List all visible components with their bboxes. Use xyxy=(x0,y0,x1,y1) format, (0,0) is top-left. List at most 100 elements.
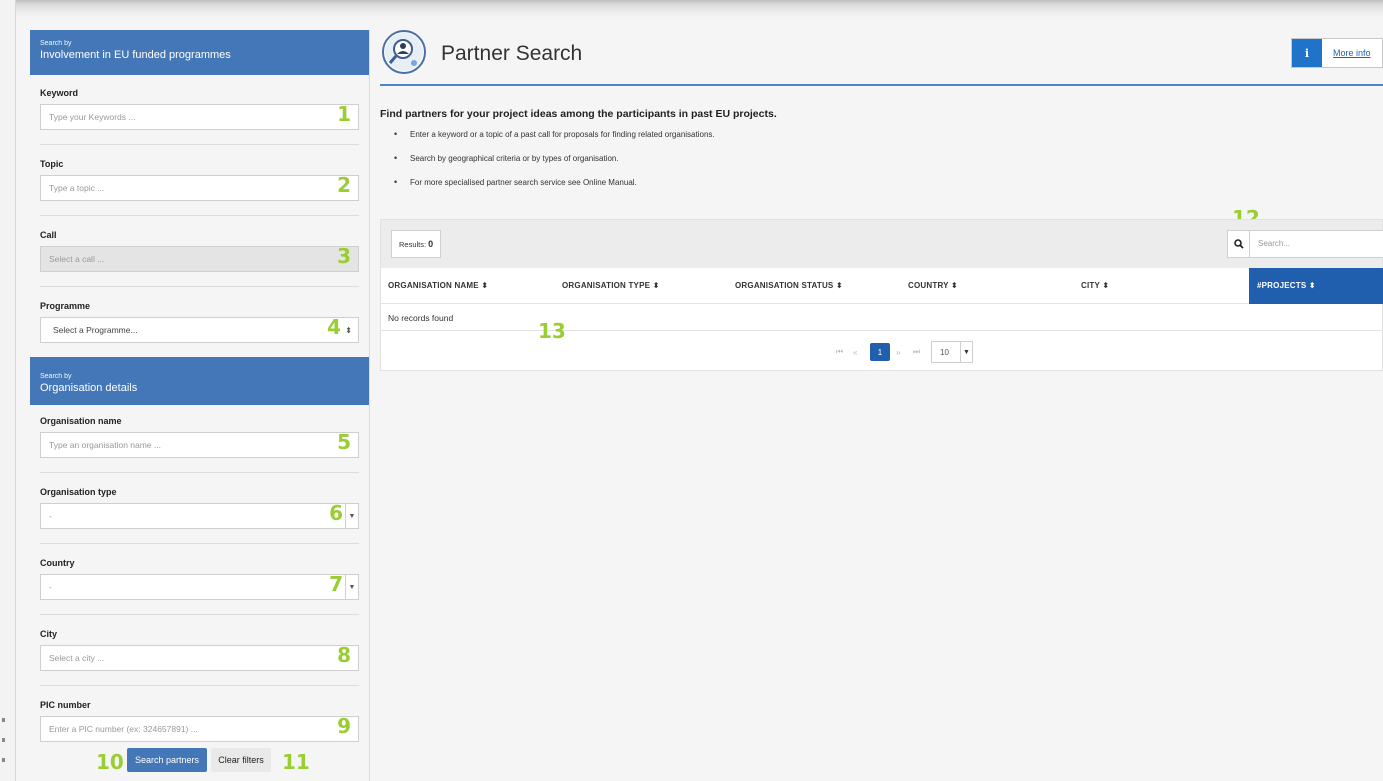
marker-10: 10 xyxy=(96,750,124,774)
section-header-small: Search by xyxy=(40,40,72,47)
org-type-value: - xyxy=(49,511,52,521)
call-select[interactable]: Select a call ... xyxy=(40,246,359,272)
search-icon xyxy=(1228,231,1250,257)
col-organisation-status[interactable]: ORGANISATION STATUS ⬍ xyxy=(735,281,843,290)
table-search-placeholder: Search... xyxy=(1258,239,1291,248)
table-toolbar: Results: 0 Search... xyxy=(381,220,1383,268)
programme-select[interactable]: Select a Programme... ⬍ xyxy=(40,317,359,343)
col-country[interactable]: COUNTRY ⬍ xyxy=(908,281,958,290)
search-sidebar: Search by Involvement in EU funded progr… xyxy=(30,30,370,781)
prev-page-icon[interactable]: « xyxy=(853,343,857,361)
city-label: City xyxy=(40,629,58,639)
dropdown-arrow-icon[interactable]: ▼ xyxy=(345,503,359,529)
next-page-icon[interactable]: » xyxy=(896,343,900,361)
marker-3: 3 xyxy=(337,244,351,268)
call-field: Call Select a call ... 3 xyxy=(30,230,369,272)
country-value: - xyxy=(49,582,52,592)
current-page[interactable]: 1 xyxy=(870,343,890,361)
marker-13: 13 xyxy=(538,319,566,343)
marker-7: 7 xyxy=(329,572,343,596)
intro-text: Find partners for your project ideas amo… xyxy=(380,108,777,120)
info-icon: i xyxy=(1292,39,1322,67)
section-header-small: Search by xyxy=(40,373,72,380)
main-content: Partner Search i More info Find partners… xyxy=(380,30,1383,371)
pic-input[interactable]: Enter a PIC number (ex: 324657891) ... xyxy=(40,716,359,742)
pic-field: PIC number Enter a PIC number (ex: 32465… xyxy=(30,700,369,742)
section-header-title: Involvement in EU funded programmes xyxy=(40,49,231,61)
col-organisation-name[interactable]: ORGANISATION NAME ⬍ xyxy=(388,281,488,290)
city-input[interactable]: Select a city ... xyxy=(40,645,359,671)
dropdown-arrow-icon[interactable]: ▼ xyxy=(345,574,359,600)
page-title: Partner Search xyxy=(441,42,583,65)
page-size-value: 10 xyxy=(940,348,949,357)
partner-search-logo-icon xyxy=(382,30,426,74)
divider xyxy=(40,543,359,544)
more-info-link[interactable]: More info xyxy=(1333,48,1371,58)
org-type-label: Organisation type xyxy=(40,487,117,497)
tip-item: For more specialised partner search serv… xyxy=(394,177,1383,187)
topic-label: Topic xyxy=(40,159,64,169)
page-header: Partner Search i More info xyxy=(380,30,1383,86)
call-label: Call xyxy=(40,230,57,240)
tips-list: Enter a keyword or a topic of a past cal… xyxy=(380,129,1383,187)
col-projects[interactable]: #PROJECTS ⬍ xyxy=(1249,268,1383,304)
section-header-title: Organisation details xyxy=(40,382,138,394)
pagination: ⏮ « 1 » ⏭ 10 ▼ xyxy=(381,341,1383,369)
keyword-input[interactable]: Type your Keywords ... xyxy=(40,104,359,130)
org-name-label: Organisation name xyxy=(40,416,122,426)
divider xyxy=(40,472,359,473)
table-header: ORGANISATION NAME ⬍ ORGANISATION TYPE ⬍ … xyxy=(381,268,1383,304)
country-label: Country xyxy=(40,558,75,568)
results-count: Results: 0 xyxy=(391,230,442,258)
divider xyxy=(40,614,359,615)
topic-field: Topic Type a topic ... 2 xyxy=(30,159,369,201)
col-organisation-type[interactable]: ORGANISATION TYPE ⬍ xyxy=(562,281,659,290)
marker-1: 1 xyxy=(337,102,351,126)
edge-tick xyxy=(2,738,5,742)
divider xyxy=(40,144,359,145)
topic-input[interactable]: Type a topic ... xyxy=(40,175,359,201)
edge-tick xyxy=(2,758,5,762)
clear-filters-button[interactable]: Clear filters xyxy=(211,748,271,772)
programme-label: Programme xyxy=(40,301,91,311)
table-search[interactable]: Search... xyxy=(1227,230,1383,258)
country-field: Country - ▼ 7 xyxy=(30,558,369,600)
org-type-field: Organisation type - ▼ 6 xyxy=(30,487,369,529)
search-partners-button[interactable]: Search partners xyxy=(127,748,207,772)
results-value: 0 xyxy=(428,239,434,249)
marker-5: 5 xyxy=(337,430,351,454)
marker-6: 6 xyxy=(329,501,343,525)
last-page-icon[interactable]: ⏭ xyxy=(913,343,920,361)
divider xyxy=(40,685,359,686)
org-type-select[interactable]: - ▼ xyxy=(40,503,359,529)
marker-8: 8 xyxy=(337,643,351,667)
programme-field: Programme Select a Programme... ⬍ 4 xyxy=(30,301,369,343)
marker-11: 11 xyxy=(282,750,310,774)
city-field: City Select a city ... 8 xyxy=(30,629,369,671)
section-header-programmes: Search by Involvement in EU funded progr… xyxy=(30,30,369,75)
page-size-select[interactable]: 10 ▼ xyxy=(931,341,973,363)
country-select[interactable]: - ▼ xyxy=(40,574,359,600)
org-name-input[interactable]: Type an organisation name ... xyxy=(40,432,359,458)
marker-4: 4 xyxy=(327,315,341,339)
results-table: Results: 0 Search... ORGANISATION NAME ⬍… xyxy=(380,219,1383,371)
keyword-label: Keyword xyxy=(40,88,79,98)
results-label: Results: xyxy=(399,239,427,249)
empty-row: No records found xyxy=(381,304,1382,331)
first-page-icon[interactable]: ⏮ xyxy=(836,343,843,361)
divider xyxy=(40,286,359,287)
tip-item: Enter a keyword or a topic of a past cal… xyxy=(394,129,1383,139)
left-window-edge xyxy=(0,0,16,781)
more-info-button[interactable]: i More info xyxy=(1291,38,1383,68)
marker-2: 2 xyxy=(337,173,351,197)
dropdown-arrow-icon: ▼ xyxy=(960,342,972,362)
tip-item: Search by geographical criteria or by ty… xyxy=(394,153,1383,163)
top-shadow xyxy=(0,0,1383,24)
divider xyxy=(40,215,359,216)
section-header-organisation: Search by Organisation details xyxy=(30,357,369,405)
programme-select-value: Select a Programme... xyxy=(53,325,138,335)
col-city[interactable]: CITY ⬍ xyxy=(1081,281,1109,290)
keyword-field: Keyword Type your Keywords ... 1 xyxy=(30,88,369,130)
marker-9: 9 xyxy=(337,714,351,738)
org-name-field: Organisation name Type an organisation n… xyxy=(30,416,369,458)
